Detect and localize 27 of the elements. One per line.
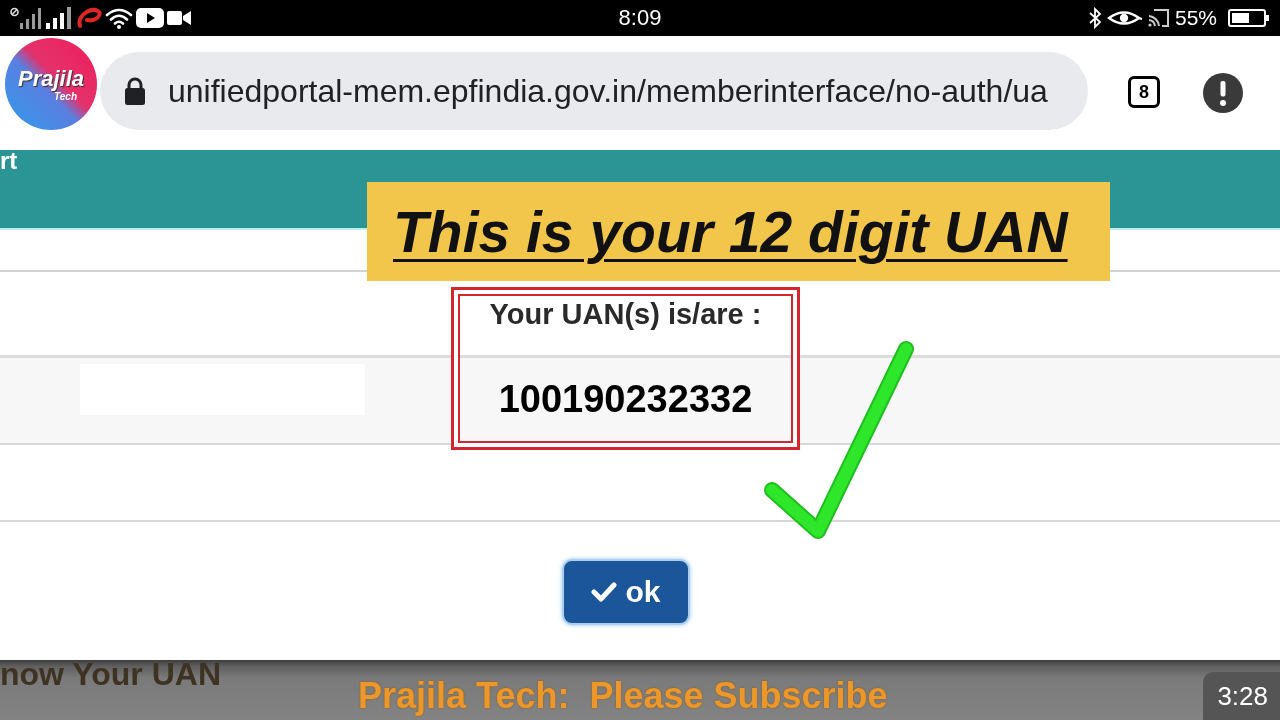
check-icon [591,581,618,603]
lock-icon [124,77,146,105]
cast-icon [1147,8,1170,28]
no-sim-signal-icon [10,7,42,29]
annotation-text: This is your 12 digit UAN [393,199,1068,264]
play-icon [136,8,164,28]
video-camera-icon [167,10,191,26]
bluetooth-icon [1087,7,1102,29]
battery-percentage: 55% [1174,5,1217,31]
subscribe-banner-text: Prajila Tech: Please Subscribe [358,676,888,716]
header-text: rt [0,150,18,172]
video-timestamp: 3:28 [1203,672,1280,720]
battery-icon [1228,8,1270,28]
eye-icon [1106,8,1143,28]
uan-number: 100190232332 [498,377,753,421]
caption-text: now Your UAN [0,657,222,691]
signal-icon [45,7,73,29]
wifi-icon [105,7,133,29]
url-text: unifiedportal-mem.epfindia.gov.in/memberinterface/no-auth/ua [168,72,1048,110]
alert-icon[interactable] [1203,73,1243,113]
tab-count-button[interactable]: 8 [1128,76,1160,108]
logo-subtitle: Tech [54,90,77,102]
address-bar[interactable]: unifiedportal-mem.epfindia.gov.in/memberinterface/no-auth/ua [100,52,1088,130]
ok-button[interactable]: ok [562,559,690,625]
clock-time: 8:09 [618,5,662,31]
uan-label: Your UAN(s) is/are : [489,297,762,331]
swirl-icon [76,6,102,30]
